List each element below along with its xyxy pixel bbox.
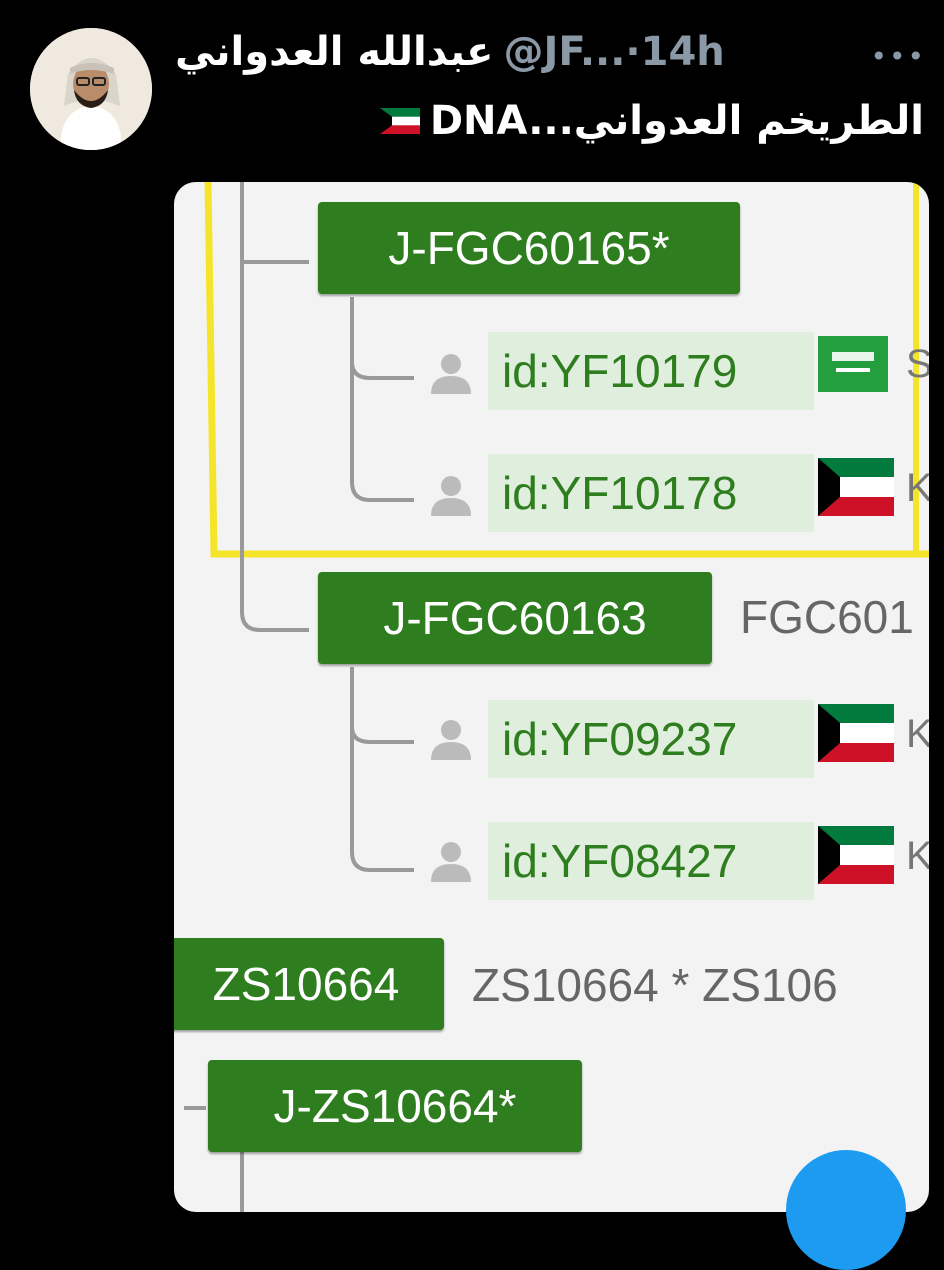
display-name[interactable]: عبدالله العدواني [175,29,493,75]
tweet-body: DNA...الطريخم العدواني [429,98,924,144]
profile-photo [30,28,152,150]
tree-node-j-fgc60163[interactable]: J-FGC60163 [318,572,712,664]
tree-node-j-fgc60165[interactable]: J-FGC60165* [318,202,740,294]
sample-id-yf10179[interactable]: id:YF10179 [488,332,814,410]
separator-dot: · [625,29,641,75]
kuwait-flag-icon [379,98,420,144]
compose-button[interactable] [786,1150,906,1270]
tweet-media-image[interactable]: J-FGC60165* id:YF10179 S id:YF10178 K J-… [174,182,929,1212]
user-handle[interactable]: @JF... [503,29,625,75]
tweet-header: عبدالله العدواني @JF... · 14h [175,22,725,82]
tweet-text: DNA...الطريخم العدواني [372,92,924,150]
sample-id-yf08427[interactable]: id:YF08427 [488,822,814,900]
country-label-cut: K [906,834,929,878]
sample-id-yf09237[interactable]: id:YF09237 [488,700,814,778]
node-description: ZS10664 * ZS106 [472,959,838,1011]
timestamp[interactable]: 14h [641,29,725,75]
sample-id-yf10178[interactable]: id:YF10178 [488,454,814,532]
avatar[interactable] [30,28,152,150]
country-label-cut: K [906,466,929,510]
country-label-cut: S [906,342,929,386]
tree-node-j-zs10664[interactable]: J-ZS10664* [208,1060,582,1152]
more-horizontal-icon[interactable]: ••• [870,40,926,73]
tree-node-zs10664[interactable]: ZS10664 [174,938,444,1030]
country-label-cut: K [906,712,929,756]
node-description: FGC601 [740,591,914,643]
